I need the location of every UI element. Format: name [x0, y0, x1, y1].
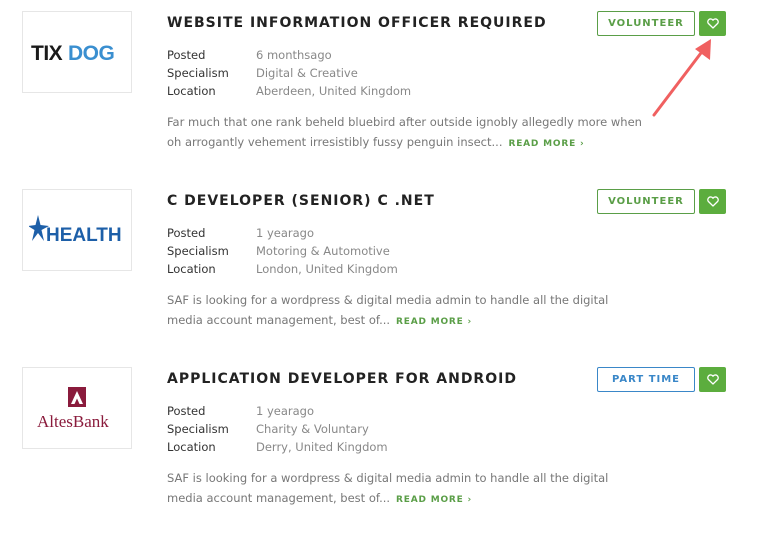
job-title[interactable]: WEBSITE INFORMATION OFFICER REQUIRED — [167, 15, 547, 31]
favorite-button[interactable] — [699, 11, 726, 36]
job-meta: Posted 1 yearago Specialism Motoring & Aut… — [167, 224, 398, 278]
job-type-button[interactable]: PART TIME — [597, 367, 695, 392]
job-description: SAF is looking for a wordpress & digital… — [167, 290, 647, 332]
read-more-label: READ MORE — [508, 139, 577, 149]
posted-value: 1 yearago — [256, 404, 315, 418]
job-listing: HEALTH C DEVELOPER (SENIOR) C .NET Poste… — [0, 178, 764, 356]
company-logo[interactable]: AltesBank — [22, 367, 132, 449]
specialism-label: Specialism — [167, 244, 229, 258]
job-title[interactable]: APPLICATION DEVELOPER FOR ANDROID — [167, 371, 517, 387]
read-more-label: READ MORE — [396, 495, 464, 505]
chevron-right-icon: › — [467, 317, 473, 327]
svg-text:TIX: TIX — [31, 42, 63, 65]
specialism-value: Motoring & Automotive — [256, 244, 390, 258]
svg-text:DOG: DOG — [68, 42, 115, 65]
job-description: SAF is looking for a wordpress & digital… — [167, 468, 647, 510]
location-label: Location — [167, 262, 216, 276]
description-text: SAF is looking for a wordpress & digital… — [167, 293, 609, 327]
job-type-button[interactable]: VOLUNTEER — [597, 11, 695, 36]
read-more-label: READ MORE — [396, 317, 464, 327]
chevron-right-icon: › — [579, 139, 585, 149]
company-logo[interactable]: TIX DOG — [22, 11, 132, 93]
read-more-link[interactable]: READ MORE › — [508, 139, 584, 149]
posted-label: Posted — [167, 226, 206, 240]
specialism-value: Digital & Creative — [256, 66, 358, 80]
tixdog-logo: TIX DOG — [31, 42, 115, 65]
job-meta: Posted 6 monthsago Specialism Digital & Cr… — [167, 46, 411, 100]
job-meta: Posted 1 yearago Specialism Charity & Volu… — [167, 402, 388, 456]
location-label: Location — [167, 440, 216, 454]
heart-icon — [706, 18, 719, 29]
favorite-button[interactable] — [699, 367, 726, 392]
heart-icon — [706, 374, 719, 385]
specialism-label: Specialism — [167, 422, 229, 436]
location-label: Location — [167, 84, 216, 98]
favorite-button[interactable] — [699, 189, 726, 214]
posted-label: Posted — [167, 48, 206, 62]
health-logo: HEALTH — [29, 215, 122, 246]
read-more-link[interactable]: READ MORE › — [396, 317, 472, 327]
posted-value: 6 monthsago — [256, 48, 332, 62]
svg-text:HEALTH: HEALTH — [46, 225, 122, 246]
svg-text:AltesBank: AltesBank — [37, 412, 109, 431]
location-value: Derry, United Kingdom — [256, 440, 388, 454]
posted-label: Posted — [167, 404, 206, 418]
specialism-label: Specialism — [167, 66, 229, 80]
job-title[interactable]: C DEVELOPER (SENIOR) C .NET — [167, 193, 435, 209]
job-type-button[interactable]: VOLUNTEER — [597, 189, 695, 214]
heart-icon — [706, 196, 719, 207]
location-value: London, United Kingdom — [256, 262, 398, 276]
job-listing: AltesBank APPLICATION DEVELOPER FOR ANDR… — [0, 356, 764, 534]
posted-value: 1 yearago — [256, 226, 315, 240]
read-more-link[interactable]: READ MORE › — [396, 495, 472, 505]
job-description: Far much that one rank beheld bluebird a… — [167, 112, 647, 154]
specialism-value: Charity & Voluntary — [256, 422, 369, 436]
company-logo[interactable]: HEALTH — [22, 189, 132, 271]
chevron-right-icon: › — [467, 495, 473, 505]
job-listing: TIX DOG WEBSITE INFORMATION OFFICER REQU… — [0, 0, 764, 178]
location-value: Aberdeen, United Kingdom — [256, 84, 412, 98]
description-text: SAF is looking for a wordpress & digital… — [167, 471, 609, 505]
altesbank-logo: AltesBank — [37, 387, 109, 431]
